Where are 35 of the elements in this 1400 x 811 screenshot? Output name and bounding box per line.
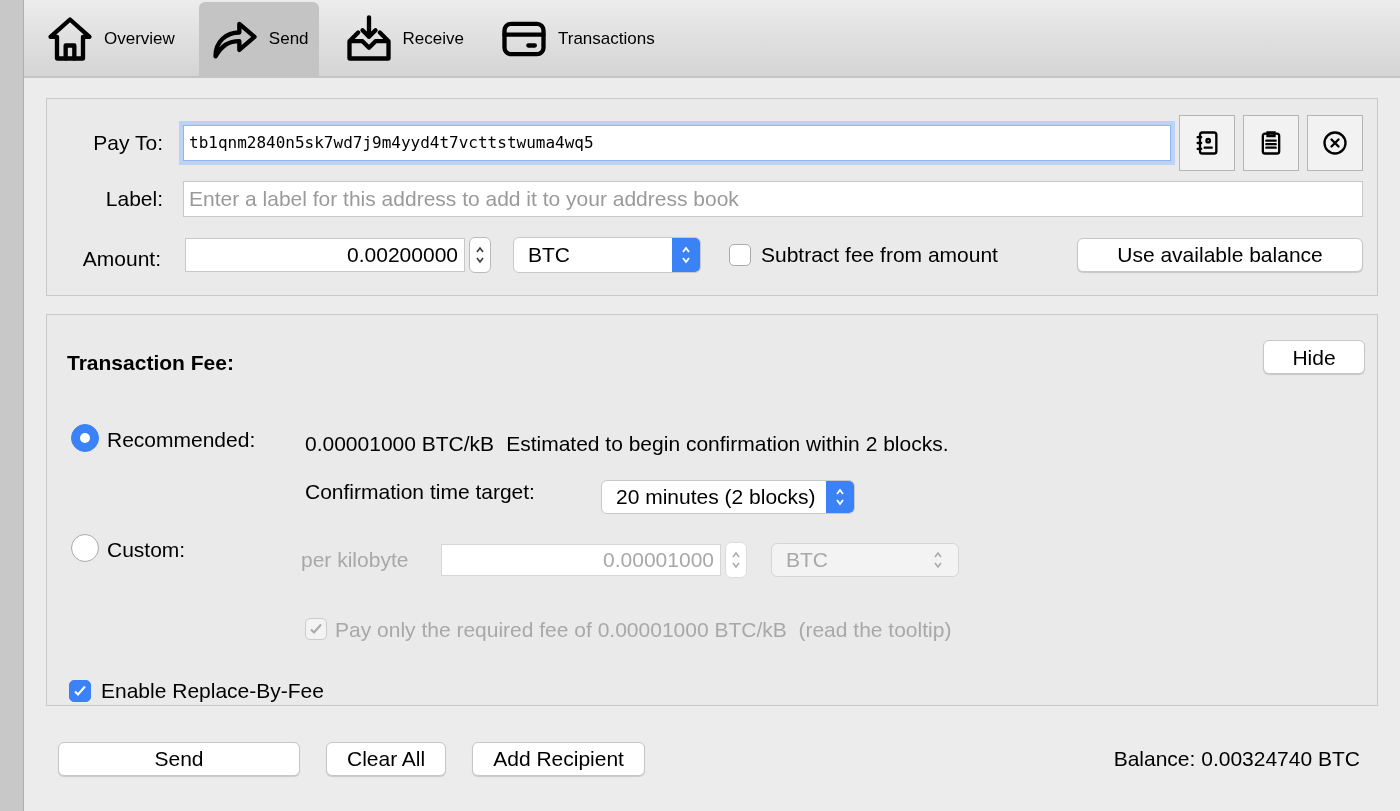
recommended-label: Recommended:	[107, 427, 256, 453]
rbf-label: Enable Replace-By-Fee	[101, 678, 324, 704]
toolbar-tab[interactable]: Receive	[332, 2, 474, 76]
fee-title: Transaction Fee:	[67, 349, 234, 376]
stepper-control[interactable]	[469, 236, 491, 273]
checkbox[interactable]	[69, 679, 91, 702]
use-available-balance-button[interactable]: Use available balance	[1077, 237, 1363, 272]
radio-button[interactable]	[71, 424, 99, 452]
custom-label: Custom:	[107, 536, 186, 563]
per-kilobyte-label: per kilobyte	[301, 546, 410, 573]
close-icon	[1321, 129, 1349, 157]
clear-all-button[interactable]: Clear All	[326, 741, 447, 776]
unit-select[interactable]: BTC	[513, 236, 701, 273]
hide-button[interactable]: Hide	[1263, 340, 1365, 375]
balance-label: Balance: 0.00324740 BTC	[1113, 745, 1361, 772]
fee-estimate: Estimated to begin confirmation within 2 blocks.	[506, 431, 949, 457]
toolbar-tab[interactable]: Transactions	[488, 2, 665, 76]
amount-field[interactable]: 0.00200000	[185, 237, 465, 272]
target-label: Confirmation time target:	[305, 478, 536, 505]
fee-rate: 0.00001000 BTC/kB	[305, 431, 495, 457]
address-book-button[interactable]	[1179, 115, 1235, 171]
subtract-fee-label: Subtract fee from amount	[761, 242, 998, 268]
pay-only-label: Pay only the required fee of 0.00001000 BTC/kB (read the tooltip)	[335, 616, 952, 643]
add-recipient-button[interactable]: Add Recipient	[472, 741, 645, 776]
label-label: Label:	[104, 186, 164, 213]
paste-button[interactable]	[1243, 115, 1299, 171]
label-field[interactable]: Enter a label for this address to add it to your address book	[183, 181, 1363, 217]
send-button[interactable]: Send	[58, 741, 300, 776]
checkbox[interactable]	[729, 243, 751, 266]
pay-to-label: Pay To:	[92, 130, 164, 157]
amount-label: Amount:	[81, 246, 162, 272]
target-select[interactable]: 20 minutes (2 blocks)	[601, 479, 855, 514]
clear-button[interactable]	[1307, 115, 1363, 171]
toolbar-tab[interactable]: Send	[198, 2, 319, 76]
toolbar-tab[interactable]: Overview	[34, 2, 185, 76]
